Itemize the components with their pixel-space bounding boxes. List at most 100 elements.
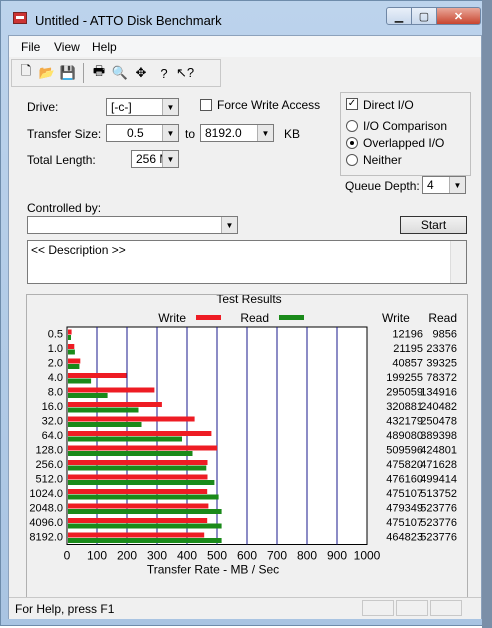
toolbar-separator — [83, 63, 84, 83]
transfer-size-to-select[interactable]: 8192.0 ▼ — [200, 124, 274, 142]
row-label: 0.5 — [48, 329, 63, 341]
overlapped-io-radio[interactable] — [346, 137, 358, 149]
window-title: Untitled - ATTO Disk Benchmark — [35, 13, 222, 28]
row-label: 2048.0 — [29, 503, 63, 515]
write-bar — [68, 532, 205, 538]
minimize-button[interactable]: ▁ — [386, 7, 412, 25]
read-value: 240482 — [420, 401, 457, 413]
context-help-icon[interactable]: ↖? — [175, 63, 195, 83]
read-value: 23376 — [426, 343, 457, 355]
read-bar — [68, 436, 182, 442]
neither-radio[interactable] — [346, 154, 358, 166]
write-column-header: Write — [382, 311, 410, 325]
total-length-label: Total Length: — [27, 153, 96, 167]
status-panel — [362, 600, 394, 616]
menu-file[interactable]: File — [21, 40, 40, 54]
chevron-down-icon: ▼ — [449, 177, 465, 193]
open-folder-icon[interactable]: 📂 — [37, 63, 57, 83]
print-icon[interactable]: 🖶 — [89, 63, 109, 83]
write-bar — [68, 387, 155, 393]
neither-label: Neither — [363, 153, 402, 167]
write-value: 432179 — [386, 416, 423, 428]
read-value: 424801 — [420, 445, 457, 457]
title-bar[interactable]: Untitled - ATTO Disk Benchmark ▁ ▢ ✕ — [1, 1, 489, 35]
description-scrollbar[interactable] — [450, 241, 466, 283]
read-bar — [68, 393, 108, 398]
x-tick-label: 800 — [297, 549, 317, 563]
print-preview-icon[interactable]: 🔍 — [110, 63, 130, 83]
io-comparison-radio[interactable] — [346, 120, 358, 132]
row-label: 4.0 — [48, 372, 63, 384]
transfer-to-value: 8192.0 — [205, 126, 242, 140]
read-bar — [68, 509, 222, 514]
x-tick-label: 700 — [267, 549, 287, 563]
status-text: For Help, press F1 — [15, 602, 115, 616]
controlled-by-select[interactable]: ▼ — [27, 216, 238, 234]
start-button[interactable]: Start — [400, 216, 467, 234]
read-value: 9856 — [433, 329, 457, 341]
maximize-button[interactable]: ▢ — [412, 7, 437, 25]
write-value: 479349 — [386, 503, 423, 515]
results-title: Test Results — [216, 295, 281, 306]
drive-select[interactable]: [-c-] ▼ — [106, 98, 179, 116]
read-bar — [68, 523, 222, 529]
write-bar — [68, 518, 208, 523]
chevron-down-icon: ▼ — [162, 99, 178, 115]
chevron-down-icon: ▼ — [257, 125, 273, 141]
write-bar — [68, 474, 208, 480]
x-tick-label: 900 — [327, 549, 347, 563]
row-label: 128.0 — [35, 445, 63, 457]
write-bar — [68, 373, 127, 378]
menu-help[interactable]: Help — [92, 40, 117, 54]
maximize-icon: ▢ — [418, 10, 430, 23]
write-value: 21195 — [393, 343, 423, 355]
queue-depth-select[interactable]: 4 ▼ — [422, 176, 466, 194]
write-value: 475107 — [386, 488, 423, 500]
write-value: 509596 — [386, 445, 423, 457]
write-value: 320881 — [386, 401, 423, 413]
overlapped-io-label: Overlapped I/O — [363, 136, 445, 150]
read-bar — [68, 451, 193, 456]
status-panel — [430, 600, 462, 616]
read-bar — [68, 422, 142, 427]
read-bar — [68, 494, 219, 500]
new-file-icon[interactable]: 🗋 — [16, 63, 36, 83]
kb-label: KB — [284, 127, 301, 141]
write-value: 489080 — [386, 430, 423, 442]
minimize-icon: ▁ — [394, 10, 404, 23]
help-icon[interactable]: ? — [154, 63, 174, 83]
write-value: 464823 — [386, 532, 423, 544]
read-value: 78372 — [426, 372, 457, 384]
x-axis-title: Transfer Rate - MB / Sec — [147, 563, 279, 577]
write-value: 40857 — [392, 358, 423, 370]
write-value: 475820 — [386, 459, 423, 471]
read-value: 250478 — [420, 416, 457, 428]
total-length-select[interactable]: 256 MB ▼ — [131, 150, 179, 168]
x-tick-label: 0 — [64, 549, 71, 563]
read-bar — [68, 407, 139, 413]
write-value: 475107 — [386, 517, 423, 529]
force-write-checkbox[interactable] — [200, 99, 212, 111]
x-tick-label: 500 — [207, 549, 227, 563]
write-bar — [68, 344, 75, 349]
write-bar — [68, 431, 212, 436]
x-tick-label: 300 — [147, 549, 167, 563]
write-bar — [68, 358, 81, 364]
direct-io-label: Direct I/O — [363, 98, 414, 112]
description-textarea[interactable]: << Description >> — [27, 240, 467, 284]
menu-bar: File View Help — [9, 36, 481, 57]
menu-view[interactable]: View — [54, 40, 80, 54]
move-icon[interactable]: ✥ — [131, 63, 151, 83]
save-icon[interactable]: 💾 — [58, 63, 78, 83]
read-value: 499414 — [420, 474, 457, 486]
write-bar — [68, 460, 208, 465]
transfer-rate-chart: Test Results Write Read Write Read 0.5 12196 98… — [29, 295, 457, 577]
x-tick-label: 100 — [87, 549, 107, 563]
read-bar — [68, 538, 222, 543]
read-column-header: Read — [428, 311, 457, 325]
close-button[interactable]: ✕ — [437, 7, 481, 25]
transfer-size-from-select[interactable]: 0.5 ▼ — [106, 124, 179, 142]
row-label: 256.0 — [35, 459, 63, 471]
direct-io-checkbox[interactable]: ✓ — [346, 98, 358, 110]
row-label: 8192.0 — [29, 532, 63, 544]
